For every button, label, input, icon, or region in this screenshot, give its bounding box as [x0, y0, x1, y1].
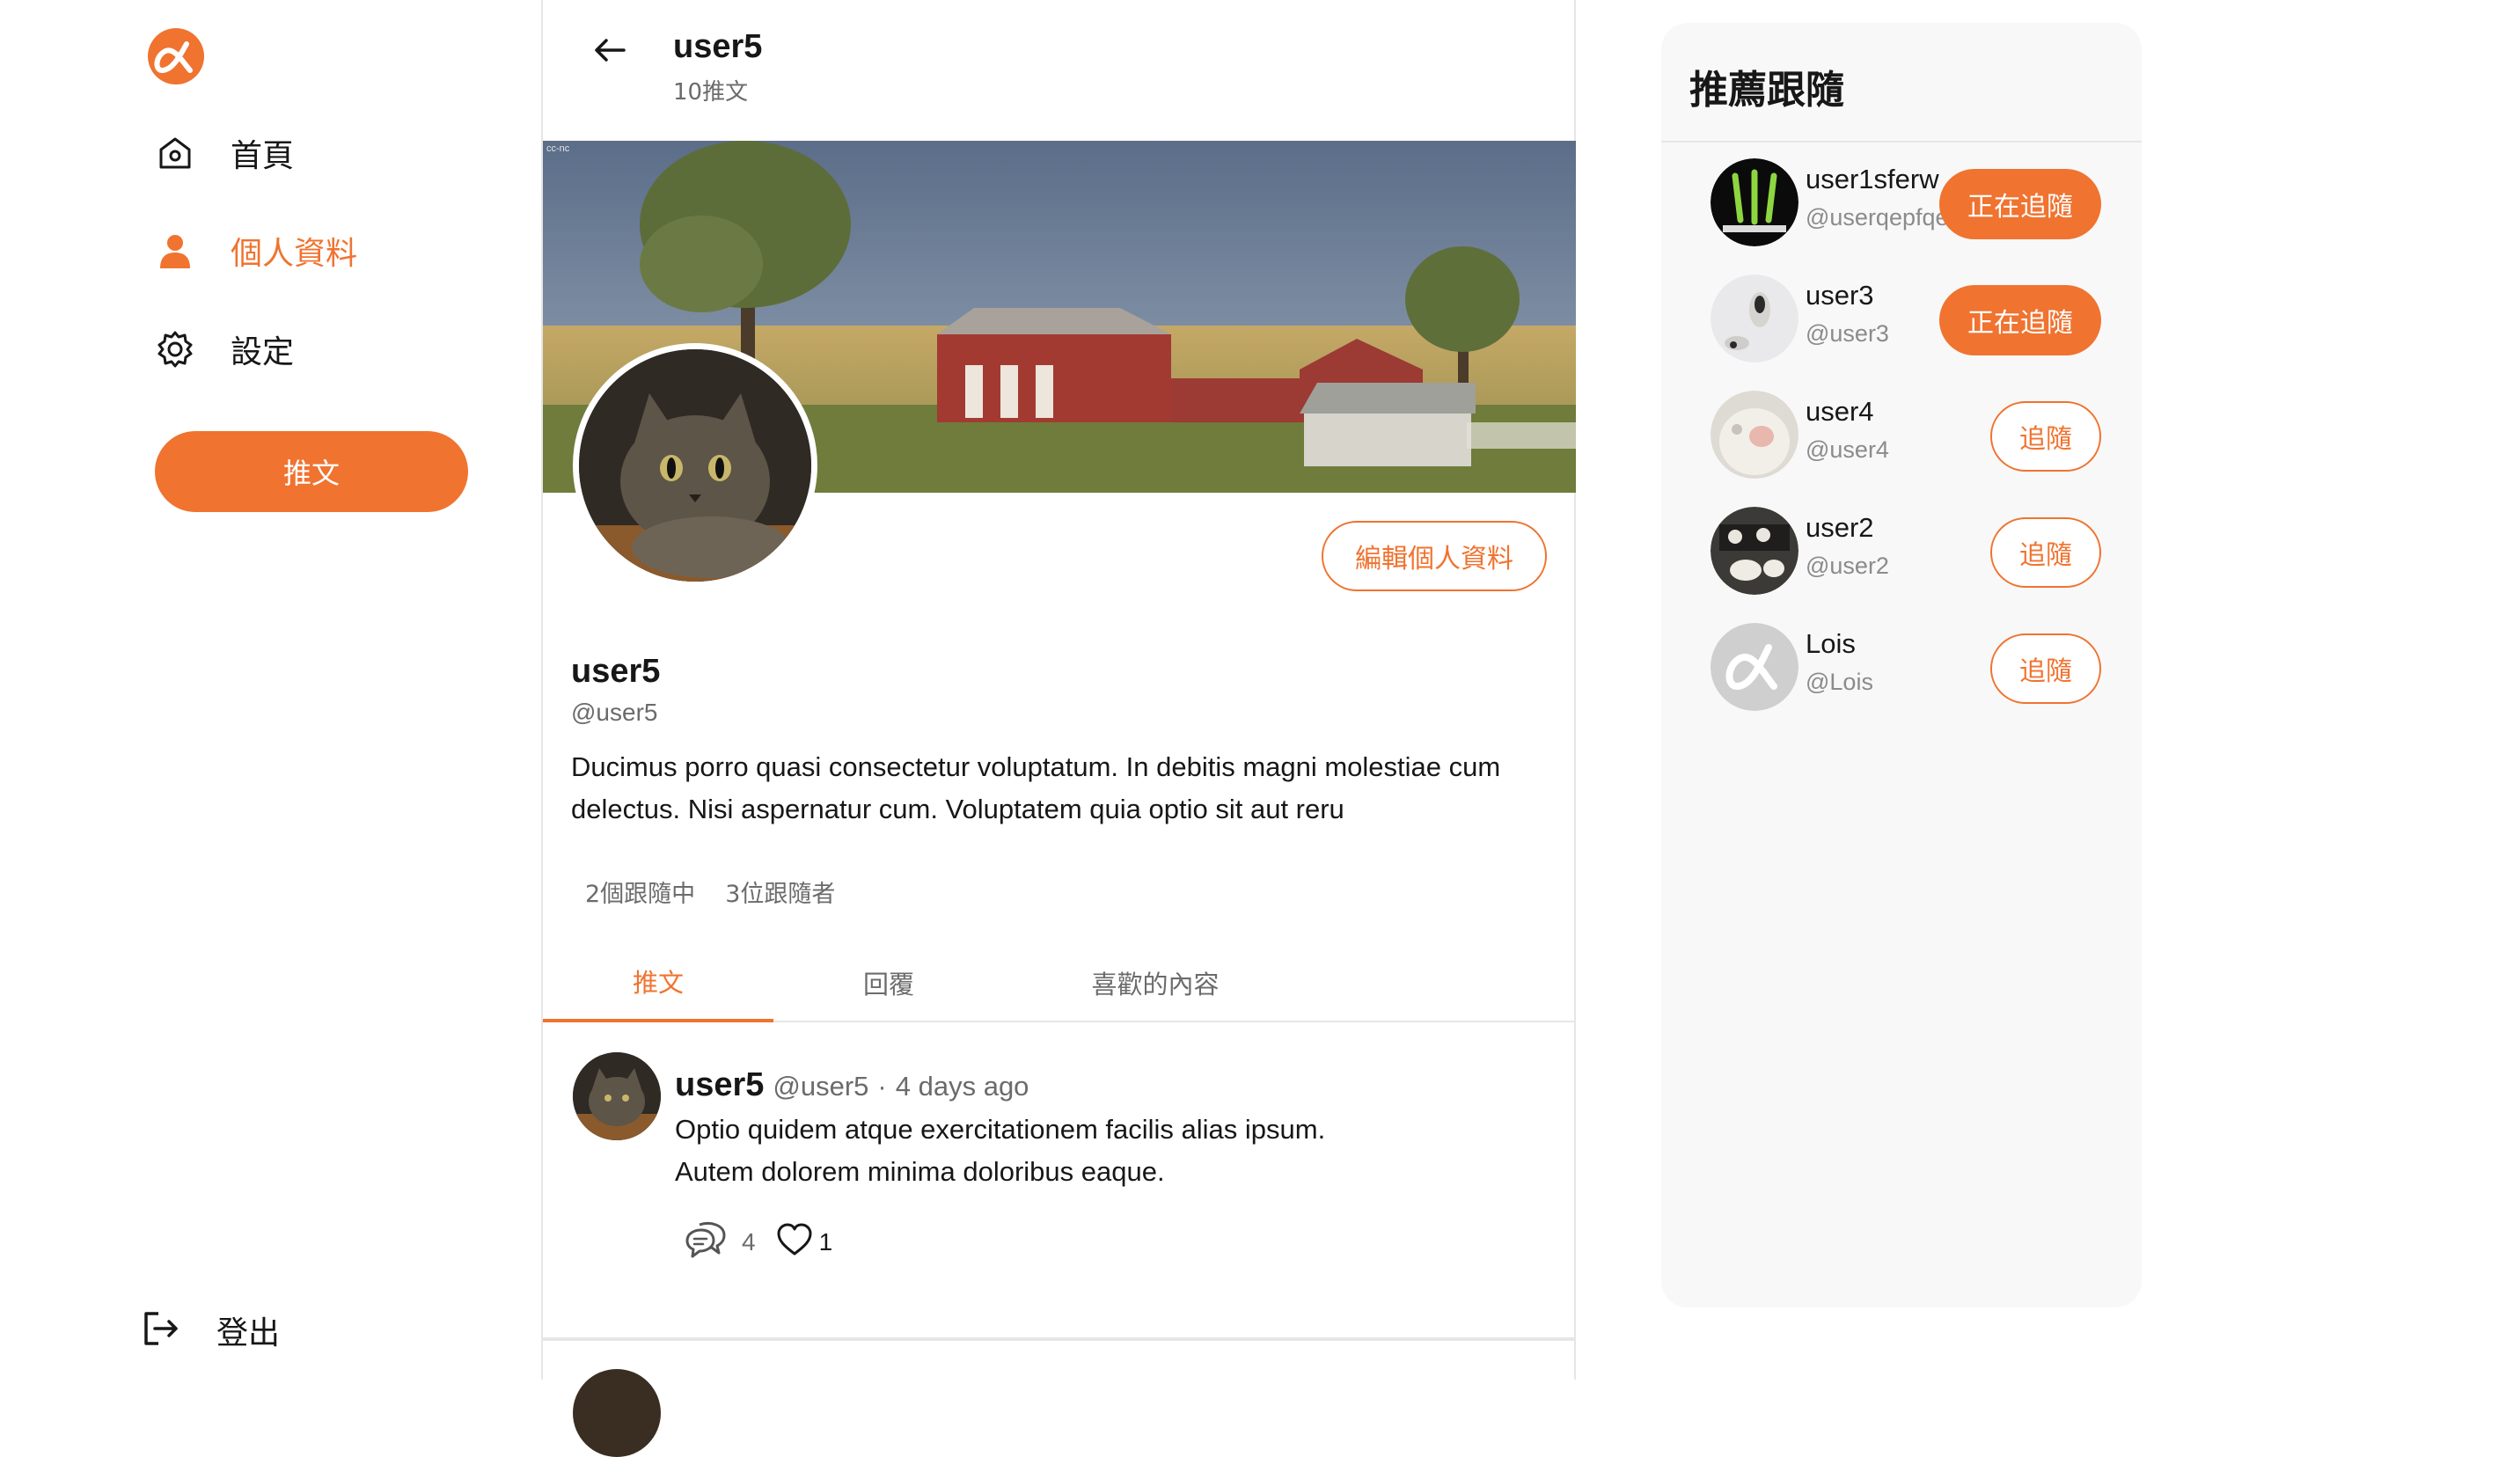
recommend-user-item[interactable]: user4 @user4 追隨 — [1711, 391, 2115, 482]
profile-header: user5 10推文 — [543, 0, 1576, 141]
user-icon — [155, 231, 195, 271]
following-button[interactable]: 正在追隨 — [1939, 169, 2101, 239]
like-count: 1 — [818, 1227, 833, 1256]
alpha-logo-icon[interactable] — [146, 26, 206, 86]
sidebar: 首頁 個人資料 設定 推文 登出 — [0, 0, 543, 1380]
tweet-item[interactable]: user5 @user5 · 4 days ago Optio quidem a… — [543, 1024, 1576, 1341]
avatar[interactable] — [1711, 158, 1798, 246]
tweet-author-name[interactable]: user5 — [675, 1066, 764, 1104]
profile-tabs: 推文 回覆 喜歡的內容 — [543, 943, 1576, 1022]
recommend-user-item[interactable]: user3 @user3 正在追隨 — [1711, 275, 2115, 366]
recommend-user-name: Lois — [1806, 628, 1856, 659]
profile-bio: Ducimus porro quasi consectetur voluptat… — [571, 751, 1501, 824]
logout-icon — [141, 1308, 181, 1353]
tweet-header: user5 @user5 · 4 days ago — [675, 1066, 1029, 1104]
divider — [1661, 141, 2142, 143]
main-column: user5 10推文 cc-nc 編輯個人資料 user5 @user5 Duc… — [543, 0, 1576, 1457]
sidebar-item-label: 設定 — [231, 334, 295, 370]
logout-label: 登出 — [216, 1315, 281, 1351]
tweet-author-handle: @user5 — [773, 1071, 869, 1102]
follow-button[interactable]: 追隨 — [1990, 633, 2101, 704]
tweet-avatar[interactable] — [573, 1052, 661, 1140]
recommend-user-name: user2 — [1806, 512, 1874, 543]
page-title: user5 — [673, 28, 763, 65]
default-avatar-icon[interactable] — [1711, 623, 1798, 711]
recommend-user-name: user4 — [1806, 396, 1874, 427]
recommend-panel: 推薦跟隨 user1sferw @userqepfqe 正在追隨 user3 @ — [1661, 23, 2142, 1307]
recommend-user-handle: @Lois — [1806, 669, 1873, 695]
follow-button[interactable]: 追隨 — [1990, 401, 2101, 472]
profile-handle: @user5 — [571, 699, 658, 726]
profile-name: user5 — [571, 653, 661, 690]
recommend-user-item[interactable]: user2 @user2 追隨 — [1711, 507, 2115, 598]
tab-likes[interactable]: 喜歡的內容 — [1004, 943, 1307, 1022]
recommend-user-handle: @user3 — [1806, 320, 1889, 347]
cover-watermark: cc-nc — [546, 143, 570, 154]
recommend-title: 推薦跟隨 — [1689, 68, 1844, 113]
tweet-actions: 4 1 — [684, 1219, 832, 1264]
follow-stats: 2個跟隨中 3位跟隨者 — [585, 875, 835, 909]
following-button[interactable]: 正在追隨 — [1939, 285, 2101, 355]
recommend-user-name: user3 — [1806, 280, 1874, 311]
recommend-user-handle: @userqepfqe — [1806, 204, 1949, 231]
reply-icon[interactable] — [684, 1219, 729, 1264]
avatar[interactable] — [1711, 275, 1798, 362]
recommend-user-name: user1sferw — [1806, 164, 1939, 194]
logout-button[interactable]: 登出 — [141, 1304, 280, 1357]
avatar[interactable] — [1711, 507, 1798, 595]
recommend-user-handle: @user2 — [1806, 553, 1889, 579]
sidebar-item-label: 首頁 — [231, 138, 295, 174]
recommend-user-handle: @user4 — [1806, 436, 1889, 463]
heart-icon[interactable] — [775, 1222, 814, 1262]
sidebar-item-label: 個人資料 — [231, 236, 358, 272]
avatar[interactable] — [1711, 391, 1798, 479]
edit-profile-button[interactable]: 編輯個人資料 — [1322, 521, 1547, 591]
followers-count-link[interactable]: 3位跟隨者 — [725, 875, 835, 909]
recommend-user-item[interactable]: user1sferw @userqepfqe 正在追隨 — [1711, 158, 2115, 250]
tweet-timestamp: 4 days ago — [895, 1071, 1029, 1102]
tweet-button[interactable]: 推文 — [155, 431, 468, 512]
sidebar-item-settings[interactable]: 設定 — [155, 323, 294, 376]
tweet-avatar[interactable] — [573, 1369, 661, 1457]
tweet-text: Optio quidem atque exercitationem facili… — [675, 1109, 1325, 1193]
following-count-link[interactable]: 2個跟隨中 — [585, 875, 695, 909]
tweet-count: 10推文 — [673, 79, 749, 106]
reply-count: 4 — [742, 1227, 756, 1256]
tweet-separator: · — [877, 1071, 887, 1102]
tweet-text-line: Optio quidem atque exercitationem facili… — [675, 1114, 1326, 1145]
tab-replies[interactable]: 回覆 — [773, 943, 1004, 1022]
tab-tweets[interactable]: 推文 — [543, 943, 773, 1022]
tweet-text-line: Autem dolorem minima doloribus eaque. — [675, 1156, 1165, 1187]
sidebar-item-profile[interactable]: 個人資料 — [155, 224, 357, 277]
recommend-user-item[interactable]: Lois @Lois 追隨 — [1711, 623, 2115, 714]
follow-button[interactable]: 追隨 — [1990, 517, 2101, 588]
back-arrow-icon[interactable] — [590, 30, 631, 70]
home-icon — [155, 133, 195, 173]
profile-avatar[interactable] — [573, 343, 817, 588]
gear-icon — [155, 329, 195, 370]
sidebar-item-home[interactable]: 首頁 — [155, 127, 294, 179]
